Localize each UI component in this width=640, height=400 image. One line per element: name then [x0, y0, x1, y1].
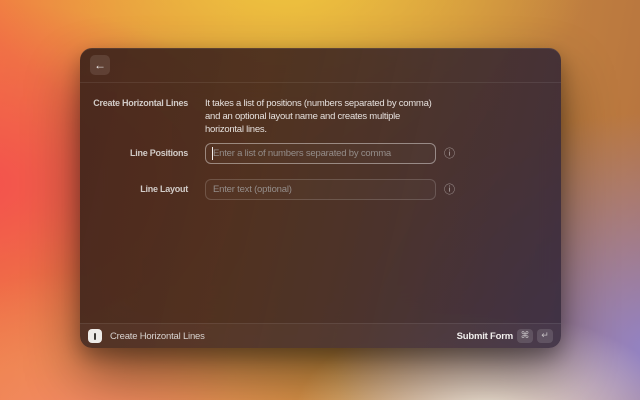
- raycast-form-window: ← Create Horizontal Lines It takes a lis…: [80, 48, 561, 348]
- text-caret: [212, 147, 213, 160]
- info-icon[interactable]: ⓘ: [444, 148, 455, 159]
- command-key-icon: ⌘: [517, 329, 533, 343]
- window-footer: Create Horizontal Lines Submit Form ⌘ ↵: [80, 323, 561, 348]
- line-layout-input[interactable]: [205, 179, 436, 200]
- back-button[interactable]: ←: [90, 55, 110, 75]
- line-glyph: [94, 332, 96, 340]
- submit-form-action[interactable]: Submit Form ⌘ ↵: [457, 329, 553, 343]
- field-label-line-positions: Line Positions: [129, 148, 188, 158]
- info-icon[interactable]: ⓘ: [444, 184, 455, 195]
- form: Create Horizontal Lines It takes a list …: [80, 83, 561, 200]
- form-field-row: Line Layout ⓘ: [80, 179, 561, 200]
- back-arrow-icon: ←: [94, 58, 106, 72]
- line-positions-input-wrap: [205, 143, 436, 164]
- window-header: ←: [80, 48, 561, 83]
- field-label-line-layout: Line Layout: [140, 184, 188, 194]
- submit-form-label: Submit Form: [456, 330, 514, 342]
- line-layout-input-wrap: [205, 179, 436, 200]
- footer-command-name: Create Horizontal Lines: [110, 330, 205, 342]
- form-field-row: Line Positions ⓘ: [80, 143, 561, 164]
- command-title-label: Create Horizontal Lines: [93, 98, 188, 108]
- command-description: It takes a list of positions (numbers se…: [205, 98, 432, 135]
- return-key-icon: ↵: [537, 329, 553, 343]
- line-positions-input[interactable]: [205, 143, 436, 164]
- form-description-row: Create Horizontal Lines It takes a list …: [80, 97, 561, 136]
- extension-icon: [88, 329, 102, 343]
